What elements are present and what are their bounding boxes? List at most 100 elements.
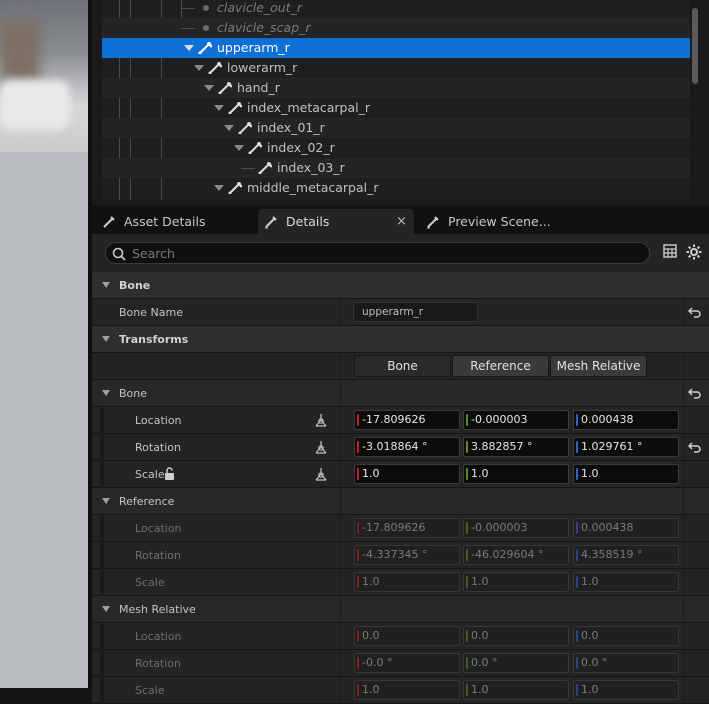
expand-arrow-icon[interactable] xyxy=(184,45,194,51)
scale-z-field[interactable]: 1.0 xyxy=(573,464,679,484)
indent-bar xyxy=(100,434,104,461)
axis-y-marker xyxy=(466,576,468,588)
field-value: 1.0 xyxy=(581,683,599,696)
expand-arrow-icon[interactable] xyxy=(234,145,244,151)
tree-item-lowerarm-r[interactable]: lowerarm_r xyxy=(102,58,690,78)
subcategory-label: Bone xyxy=(119,387,148,400)
column-divider xyxy=(340,407,341,434)
transform-gizmo-icon[interactable] xyxy=(314,413,328,427)
viewport-strip[interactable] xyxy=(0,0,92,688)
expand-arrow-icon[interactable] xyxy=(224,125,234,131)
subcategory-reference[interactable]: Reference xyxy=(92,488,709,515)
column-divider xyxy=(340,677,341,704)
tab-preview-scene[interactable]: Preview Scene... xyxy=(420,209,590,234)
mesh-scale-z-field: 1.0 xyxy=(573,680,679,700)
tree-scrollbar-thumb[interactable] xyxy=(692,8,698,84)
tab-details[interactable]: Details × xyxy=(258,209,414,234)
axis-x-marker xyxy=(357,468,359,480)
expand-arrow-icon[interactable] xyxy=(214,105,224,111)
category-transforms[interactable]: Transforms xyxy=(92,326,709,353)
field-value: 1.0 xyxy=(471,683,489,696)
column-divider[interactable] xyxy=(340,299,341,326)
tree-item-upperarm-r[interactable]: upperarm_r xyxy=(102,38,690,58)
axis-y-marker xyxy=(466,657,468,669)
property-bone-scale: Scale 1.0 1.0 1.0 xyxy=(92,461,709,488)
rotation-x-field[interactable]: -3.018864 ° xyxy=(354,437,460,457)
tree-item-middle-metacarpal-r[interactable]: middle_metacarpal_r xyxy=(102,178,690,198)
table-view-icon[interactable] xyxy=(663,244,677,258)
socket-dot-icon xyxy=(203,5,209,11)
tree-item-index-02-r[interactable]: index_02_r xyxy=(102,138,690,158)
mode-reference-button[interactable]: Reference xyxy=(452,355,549,377)
reference-location-x-field: -17.809626 xyxy=(354,518,460,538)
location-x-field[interactable]: -17.809626 xyxy=(354,410,460,430)
socket-dot-icon xyxy=(203,25,209,31)
location-z-field[interactable]: 0.000438 xyxy=(573,410,679,430)
bone-name-field[interactable]: upperarm_r xyxy=(353,302,478,322)
tree-item-index-01-r[interactable]: index_01_r xyxy=(102,118,690,138)
tab-asset-details[interactable]: Asset Details xyxy=(96,209,256,234)
close-icon[interactable]: × xyxy=(396,209,407,234)
tree-item-label: middle_metacarpal_r xyxy=(247,180,379,195)
tree-item-index-03-r[interactable]: index_03_r xyxy=(102,158,690,178)
field-value: 0.0 xyxy=(581,629,599,642)
expand-arrow-icon[interactable] xyxy=(194,65,204,71)
collapse-arrow-icon[interactable] xyxy=(102,390,110,396)
tree-item-hand-r[interactable]: hand_r xyxy=(102,78,690,98)
collapse-arrow-icon[interactable] xyxy=(102,606,110,612)
indent-bar xyxy=(100,407,104,434)
search-input[interactable] xyxy=(132,245,632,261)
field-value: 1.0 xyxy=(362,683,380,696)
indent-bar xyxy=(100,461,104,488)
details-search-bar xyxy=(92,234,709,272)
reference-rotation-y-field: -46.029604 ° xyxy=(463,545,569,565)
tab-label: Asset Details xyxy=(124,214,206,229)
transform-gizmo-icon[interactable] xyxy=(314,440,328,454)
gear-icon[interactable] xyxy=(686,244,702,260)
collapse-arrow-icon[interactable] xyxy=(102,498,110,504)
expand-arrow-icon[interactable] xyxy=(214,185,224,191)
tree-item-label: clavicle_scap_r xyxy=(217,20,311,35)
viewport-floor xyxy=(0,152,92,688)
column-divider xyxy=(683,488,684,515)
reset-to-default-icon[interactable] xyxy=(688,441,702,453)
axis-z-marker xyxy=(576,549,578,561)
bone-icon xyxy=(258,162,272,174)
collapse-arrow-icon[interactable] xyxy=(102,282,110,288)
rotation-y-field[interactable]: 3.882857 ° xyxy=(463,437,569,457)
field-value: 1.0 xyxy=(581,575,599,588)
scale-y-field[interactable]: 1.0 xyxy=(463,464,569,484)
field-value: 3.882857 ° xyxy=(471,440,533,453)
axis-z-marker xyxy=(576,414,578,426)
category-bone[interactable]: Bone xyxy=(92,272,709,299)
reset-to-default-icon[interactable] xyxy=(688,387,702,399)
tree-item-label: index_01_r xyxy=(257,120,325,135)
search-icon xyxy=(112,247,126,261)
subcategory-mesh-relative[interactable]: Mesh Relative xyxy=(92,596,709,623)
column-divider xyxy=(683,461,684,488)
location-y-field[interactable]: -0.000003 xyxy=(463,410,569,430)
expand-arrow-icon[interactable] xyxy=(204,85,214,91)
unlock-icon[interactable] xyxy=(164,467,176,481)
property-label: Location xyxy=(135,414,182,427)
column-divider xyxy=(683,623,684,650)
rotation-z-field[interactable]: 1.029761 ° xyxy=(573,437,679,457)
transform-gizmo-icon[interactable] xyxy=(314,467,328,481)
skeleton-editor-panel: clavicle_out_r clavicle_scap_r upperarm_… xyxy=(92,0,709,704)
mode-mesh-relative-button[interactable]: Mesh Relative xyxy=(550,355,647,377)
property-label: Location xyxy=(135,630,182,643)
field-value: 0.0 xyxy=(471,629,489,642)
property-label: Scale xyxy=(135,576,165,589)
tree-item-label: lowerarm_r xyxy=(227,60,298,75)
tree-item-index-metacarpal-r[interactable]: index_metacarpal_r xyxy=(102,98,690,118)
details-pencil-icon xyxy=(265,216,277,229)
scale-x-field[interactable]: 1.0 xyxy=(354,464,460,484)
mode-bone-button[interactable]: Bone xyxy=(354,355,451,377)
subcategory-bone[interactable]: Bone xyxy=(92,380,709,407)
tree-item-clavicle-out-r[interactable]: clavicle_out_r xyxy=(102,0,690,18)
bone-icon xyxy=(208,62,222,74)
tree-item-clavicle-scap-r[interactable]: clavicle_scap_r xyxy=(102,18,690,38)
collapse-arrow-icon[interactable] xyxy=(102,336,110,342)
reset-to-default-icon[interactable] xyxy=(688,306,702,318)
indent-bar xyxy=(100,515,104,542)
